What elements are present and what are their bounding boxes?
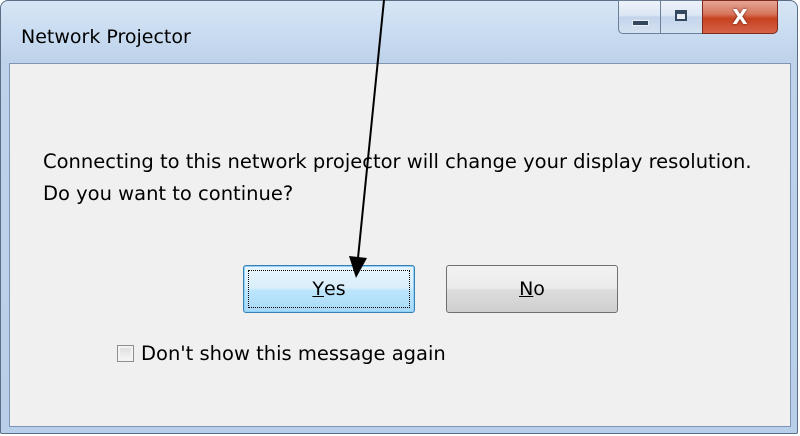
dialog-window: Network Projector X Connecting to this n… bbox=[0, 0, 798, 434]
caption-buttons: X bbox=[618, 0, 778, 34]
dialog-message: Connecting to this network projector wil… bbox=[43, 150, 752, 205]
maximize-button[interactable] bbox=[660, 0, 702, 34]
focus-ring bbox=[248, 270, 410, 308]
no-button[interactable]: No bbox=[446, 265, 618, 313]
close-button[interactable]: X bbox=[702, 0, 778, 34]
yes-button[interactable]: Yes bbox=[243, 265, 415, 313]
dont-show-again-row[interactable]: Don't show this message again bbox=[117, 342, 446, 365]
dont-show-again-label: Don't show this message again bbox=[141, 342, 446, 365]
window-title: Network Projector bbox=[21, 26, 191, 48]
dont-show-again-checkbox[interactable] bbox=[117, 345, 134, 362]
minimize-icon bbox=[632, 20, 649, 26]
maximize-icon bbox=[675, 10, 687, 21]
dialog-body: Connecting to this network projector wil… bbox=[9, 63, 791, 427]
close-icon: X bbox=[732, 5, 748, 29]
no-mnemonic: N bbox=[519, 278, 534, 300]
minimize-button[interactable] bbox=[618, 0, 660, 34]
no-label-rest: o bbox=[533, 278, 545, 300]
